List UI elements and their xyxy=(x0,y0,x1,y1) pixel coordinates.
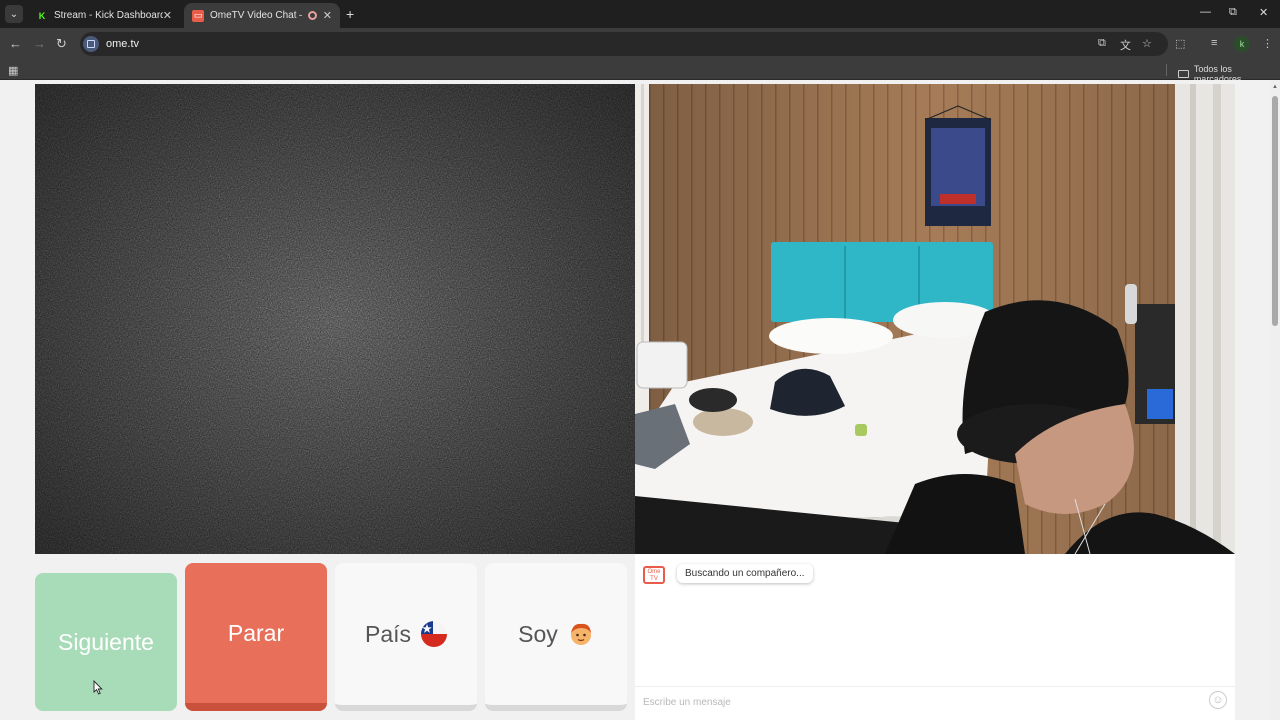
gender-button-label: Soy xyxy=(518,620,558,647)
tab-search-icon[interactable]: ⌄ xyxy=(5,5,23,23)
tab-kick-dashboard[interactable]: K Stream - Kick Dashboard ✕ xyxy=(28,3,180,28)
restore-button[interactable]: ⧉ xyxy=(1229,6,1237,19)
static-noise-image xyxy=(35,84,635,554)
ometv-logo-icon: Ome TV xyxy=(643,566,665,584)
address-bar[interactable]: ome.tv xyxy=(80,32,1168,56)
apps-grid-icon[interactable]: ▦ xyxy=(8,64,18,77)
ometv-page: Siguiente Parar País Soy Ome TV Buscando… xyxy=(0,80,1270,720)
new-tab-button[interactable]: + xyxy=(346,6,354,22)
gender-select-button[interactable]: Soy xyxy=(485,563,627,711)
webcam-scene-image xyxy=(635,84,1235,554)
emoji-icon[interactable]: ☺ xyxy=(1209,691,1227,709)
bookmarks-bar: ▦ Todos los marcadores xyxy=(0,60,1280,84)
tab-close-icon[interactable]: ✕ xyxy=(163,9,172,22)
site-info-icon[interactable] xyxy=(83,36,99,52)
stop-button-label: Parar xyxy=(227,619,285,646)
tab-title: OmeTV Video Chat — Ome xyxy=(210,10,302,21)
browser-toolbar: ← → ↻ ome.tv ⧉ 文 ☆ ⬚ ≡ k ⋮ xyxy=(0,28,1280,60)
translate-icon[interactable]: 文 xyxy=(1120,37,1131,53)
extensions-icon[interactable]: ⬚ xyxy=(1175,37,1185,50)
tab-strip: ⌄ K Stream - Kick Dashboard ✕ ▭ OmeTV Vi… xyxy=(0,0,1280,28)
self-webcam-video xyxy=(635,84,1235,554)
recording-icon xyxy=(307,11,317,20)
bookmark-star-icon[interactable]: ☆ xyxy=(1142,37,1152,50)
scroll-up-icon[interactable]: ▲ xyxy=(1272,84,1278,90)
chat-panel: Ome TV Buscando un compañero... ☺ xyxy=(635,554,1235,720)
folder-icon xyxy=(1178,70,1189,78)
mouse-cursor-icon xyxy=(93,680,103,695)
media-controls-icon[interactable]: ≡ xyxy=(1211,37,1217,49)
back-button[interactable]: ← xyxy=(9,36,22,51)
boy-face-icon xyxy=(568,621,594,647)
chat-divider xyxy=(635,686,1235,687)
next-button-label: Siguiente xyxy=(58,628,154,655)
window-close-button[interactable]: ✕ xyxy=(1259,6,1268,19)
stranger-video xyxy=(35,84,635,554)
minimize-button[interactable]: — xyxy=(1200,6,1211,18)
chat-status-message: Buscando un compañero... xyxy=(677,564,813,583)
country-select-button[interactable]: País xyxy=(335,563,477,711)
url-text: ome.tv xyxy=(106,38,140,50)
stop-button[interactable]: Parar xyxy=(185,563,327,711)
forward-button[interactable]: → xyxy=(33,36,46,51)
tab-title: Stream - Kick Dashboard xyxy=(54,10,163,21)
reload-button[interactable]: ↻ xyxy=(56,36,67,52)
bookmarks-divider xyxy=(1166,64,1167,76)
tab-close-icon[interactable]: ✕ xyxy=(323,9,332,22)
kick-favicon-icon: K xyxy=(38,10,46,21)
install-app-icon[interactable]: ⧉ xyxy=(1098,37,1106,50)
menu-kebab-icon[interactable]: ⋮ xyxy=(1262,37,1273,50)
ometv-favicon-icon: ▭ xyxy=(192,9,204,22)
tab-ometv[interactable]: ▭ OmeTV Video Chat — Ome ✕ xyxy=(184,3,340,28)
page-scrollbar[interactable]: ▲ xyxy=(1270,80,1280,720)
chile-flag-icon xyxy=(421,621,448,647)
scrollbar-thumb[interactable] xyxy=(1272,96,1278,326)
next-button[interactable]: Siguiente xyxy=(35,573,177,711)
message-input[interactable] xyxy=(639,692,1199,712)
country-button-label: País xyxy=(364,620,412,647)
profile-avatar[interactable]: k xyxy=(1234,36,1250,52)
